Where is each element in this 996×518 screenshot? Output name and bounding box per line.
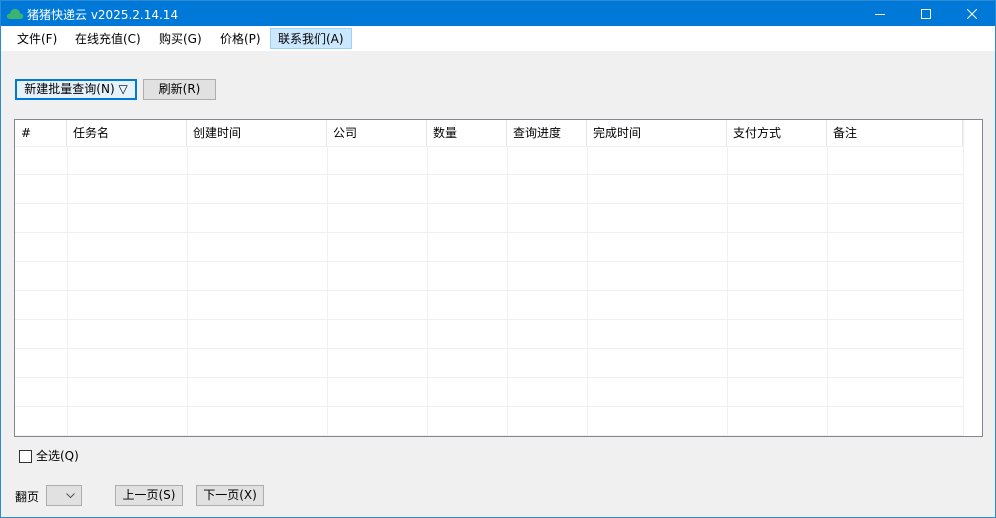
col-header-payment[interactable]: 支付方式 xyxy=(727,120,827,146)
maximize-button[interactable] xyxy=(903,1,949,26)
cloud-icon xyxy=(6,8,24,19)
grid-line xyxy=(15,146,964,147)
checkbox-box[interactable] xyxy=(19,450,32,463)
col-header-created-time[interactable]: 创建时间 xyxy=(187,120,327,146)
grid-line xyxy=(15,203,964,204)
menu-recharge[interactable]: 在线充值(C) xyxy=(67,28,149,49)
close-button[interactable] xyxy=(949,1,995,26)
grid-line xyxy=(15,232,964,233)
grid-line xyxy=(15,319,964,320)
menu-price[interactable]: 价格(P) xyxy=(212,28,269,49)
grid-line xyxy=(15,435,964,436)
table-header: # 任务名 创建时间 公司 数量 查询进度 完成时间 支付方式 备注 xyxy=(15,120,982,146)
grid-line xyxy=(427,146,428,436)
grid-line xyxy=(727,146,728,436)
refresh-button[interactable]: 刷新(R) xyxy=(143,79,216,100)
grid-line xyxy=(327,146,328,436)
task-table[interactable]: # 任务名 创建时间 公司 数量 查询进度 完成时间 支付方式 备注 xyxy=(14,119,983,437)
menu-file[interactable]: 文件(F) xyxy=(9,28,65,49)
grid-line xyxy=(507,146,508,436)
menu-contact[interactable]: 联系我们(A) xyxy=(270,28,352,49)
vertical-scroll-area[interactable] xyxy=(963,120,982,436)
grid-line xyxy=(15,174,964,175)
prev-page-button[interactable]: 上一页(S) xyxy=(115,485,183,506)
grid-line xyxy=(15,377,964,378)
col-header-remark[interactable]: 备注 xyxy=(827,120,963,146)
app-window: 猪猪快递云 v2025.2.14.14 文件(F) 在线充值(C) 购买(G) … xyxy=(0,0,996,518)
chevron-down-icon xyxy=(66,493,75,499)
grid-line xyxy=(187,146,188,436)
grid-line xyxy=(67,146,68,436)
next-page-button[interactable]: 下一页(X) xyxy=(196,485,264,506)
grid-line xyxy=(15,348,964,349)
page-select[interactable] xyxy=(46,485,82,506)
col-header-task-name[interactable]: 任务名 xyxy=(67,120,187,146)
minimize-button[interactable] xyxy=(857,1,903,26)
col-header-quantity[interactable]: 数量 xyxy=(427,120,507,146)
grid-line xyxy=(827,146,828,436)
grid-line xyxy=(15,261,964,262)
col-header-progress[interactable]: 查询进度 xyxy=(507,120,587,146)
title-bar[interactable]: 猪猪快递云 v2025.2.14.14 xyxy=(1,1,995,26)
maximize-icon xyxy=(921,8,931,19)
close-icon xyxy=(967,8,977,19)
grid-line xyxy=(15,406,964,407)
menu-bar: 文件(F) 在线充值(C) 购买(G) 价格(P) 联系我们(A) xyxy=(1,26,995,51)
grid-line xyxy=(587,146,588,436)
select-all-label[interactable]: 全选(Q) xyxy=(36,448,79,464)
menu-buy[interactable]: 购买(G) xyxy=(151,28,210,49)
window-title: 猪猪快递云 v2025.2.14.14 xyxy=(27,8,179,22)
col-header-index[interactable]: # xyxy=(15,120,67,146)
col-header-company[interactable]: 公司 xyxy=(327,120,427,146)
page-label: 翻页 xyxy=(15,490,40,504)
col-header-finished-time[interactable]: 完成时间 xyxy=(587,120,727,146)
new-batch-query-button[interactable]: 新建批量查询(N) ▽ xyxy=(15,79,137,100)
grid-line xyxy=(15,290,964,291)
minimize-icon xyxy=(875,13,885,15)
